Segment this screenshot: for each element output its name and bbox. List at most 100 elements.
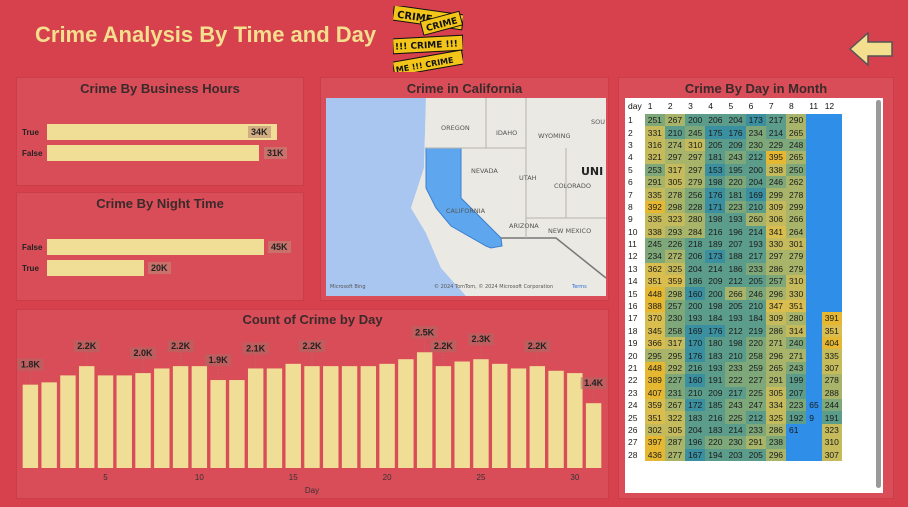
matrix-cell[interactable]: 220 bbox=[745, 337, 766, 350]
bar[interactable] bbox=[492, 363, 508, 468]
matrix-cell[interactable]: 198 bbox=[705, 175, 726, 189]
matrix-cell[interactable] bbox=[806, 361, 822, 375]
bar[interactable] bbox=[191, 366, 208, 468]
matrix-cell[interactable]: 448 bbox=[644, 361, 665, 375]
matrix-cell[interactable] bbox=[821, 287, 842, 300]
bar[interactable] bbox=[47, 260, 144, 276]
bar[interactable] bbox=[510, 368, 527, 468]
matrix-cell[interactable]: 359 bbox=[664, 275, 686, 288]
matrix-cell[interactable]: 310 bbox=[685, 138, 706, 152]
matrix-cell[interactable]: 280 bbox=[685, 213, 706, 226]
matrix-cell[interactable]: 391 bbox=[821, 312, 842, 325]
bar[interactable] bbox=[360, 366, 377, 468]
matrix-cell[interactable]: 287 bbox=[664, 436, 686, 449]
matrix-cell[interactable]: 392 bbox=[644, 200, 665, 214]
matrix-cell[interactable]: 186 bbox=[685, 275, 706, 288]
matrix-cell[interactable]: 351 bbox=[786, 299, 807, 313]
matrix-cell[interactable]: 186 bbox=[725, 262, 746, 276]
matrix-cell[interactable]: 278 bbox=[664, 188, 686, 201]
matrix-cell[interactable]: 191 bbox=[705, 374, 726, 387]
bar[interactable] bbox=[116, 375, 132, 468]
matrix-cell[interactable]: 204 bbox=[745, 175, 766, 189]
matrix-cell[interactable]: 305 bbox=[664, 423, 686, 437]
matrix-cell[interactable]: 257 bbox=[664, 299, 686, 313]
matrix-cell[interactable]: 299 bbox=[786, 200, 807, 214]
matrix-cell[interactable]: 170 bbox=[685, 337, 706, 350]
matrix-cell[interactable] bbox=[821, 200, 842, 214]
matrix-cell[interactable]: 183 bbox=[685, 411, 706, 424]
matrix-cell[interactable]: 267 bbox=[664, 114, 686, 127]
bar[interactable] bbox=[323, 366, 339, 468]
matrix-cell[interactable]: 323 bbox=[664, 213, 686, 226]
matrix-cell[interactable]: 160 bbox=[685, 374, 706, 387]
matrix-cell[interactable]: 9 bbox=[806, 411, 822, 424]
matrix-cell[interactable]: 258 bbox=[745, 349, 766, 362]
matrix-cell[interactable]: 225 bbox=[725, 411, 746, 424]
matrix-cell[interactable]: 366 bbox=[644, 337, 665, 350]
matrix-cell[interactable]: 219 bbox=[745, 324, 766, 338]
bar[interactable] bbox=[60, 375, 76, 468]
matrix-cell[interactable]: 199 bbox=[786, 374, 807, 387]
matrix-cell[interactable]: 193 bbox=[745, 237, 766, 251]
matrix-cell[interactable]: 167 bbox=[685, 448, 706, 461]
bar[interactable] bbox=[529, 366, 545, 468]
matrix-cell[interactable] bbox=[821, 237, 842, 251]
bar[interactable] bbox=[266, 368, 283, 468]
matrix-cell[interactable] bbox=[806, 386, 822, 399]
bar[interactable] bbox=[454, 361, 470, 468]
day-matrix[interactable]: day 1 2 3 4 5 6 7 8 11 12 1 251 267 200 206 204 173 217 290… bbox=[625, 98, 883, 493]
matrix-cell[interactable]: 325 bbox=[664, 262, 686, 276]
matrix-cell[interactable] bbox=[786, 436, 807, 449]
matrix-cell[interactable]: 335 bbox=[821, 349, 842, 362]
matrix-cell[interactable]: 216 bbox=[705, 225, 726, 238]
matrix-cell[interactable]: 227 bbox=[664, 374, 686, 387]
matrix-cell[interactable]: 290 bbox=[786, 114, 807, 127]
matrix-cell[interactable]: 246 bbox=[745, 287, 766, 300]
matrix-cell[interactable]: 302 bbox=[644, 423, 665, 437]
matrix-cell[interactable]: 214 bbox=[725, 423, 746, 437]
matrix-cell[interactable]: 314 bbox=[786, 324, 807, 338]
matrix-cell[interactable]: 234 bbox=[644, 250, 665, 263]
matrix-cell[interactable]: 271 bbox=[765, 337, 787, 350]
bar[interactable] bbox=[567, 373, 583, 468]
scrollbar[interactable] bbox=[876, 100, 881, 488]
matrix-cell[interactable]: 448 bbox=[644, 287, 665, 300]
matrix-cell[interactable]: 295 bbox=[664, 349, 686, 362]
matrix-cell[interactable]: 247 bbox=[745, 398, 766, 412]
matrix-cell[interactable]: 317 bbox=[664, 163, 686, 176]
matrix-cell[interactable]: 243 bbox=[786, 361, 807, 375]
matrix-cell[interactable] bbox=[806, 262, 822, 276]
matrix-cell[interactable]: 265 bbox=[786, 126, 807, 139]
matrix-cell[interactable]: 207 bbox=[786, 386, 807, 399]
matrix-cell[interactable] bbox=[806, 436, 822, 449]
matrix-cell[interactable]: 297 bbox=[765, 250, 787, 263]
matrix-cell[interactable]: 196 bbox=[725, 225, 746, 238]
matrix-cell[interactable]: 171 bbox=[705, 200, 726, 214]
matrix-cell[interactable]: 309 bbox=[765, 200, 787, 214]
matrix-cell[interactable]: 257 bbox=[765, 275, 787, 288]
matrix-cell[interactable]: 397 bbox=[644, 436, 665, 449]
matrix-cell[interactable]: 194 bbox=[705, 448, 726, 461]
matrix-cell[interactable]: 210 bbox=[685, 386, 706, 399]
matrix-cell[interactable]: 279 bbox=[786, 262, 807, 276]
matrix-cell[interactable]: 173 bbox=[705, 250, 726, 263]
matrix-cell[interactable] bbox=[806, 237, 822, 251]
matrix-cell[interactable]: 210 bbox=[725, 349, 746, 362]
bar[interactable] bbox=[285, 363, 301, 468]
matrix-cell[interactable]: 407 bbox=[644, 386, 665, 399]
matrix-cell[interactable]: 284 bbox=[685, 225, 706, 238]
matrix-cell[interactable]: 205 bbox=[745, 448, 766, 461]
matrix-cell[interactable]: 388 bbox=[644, 299, 665, 313]
matrix-cell[interactable]: 181 bbox=[705, 151, 726, 164]
matrix-cell[interactable] bbox=[821, 299, 842, 313]
matrix-cell[interactable]: 274 bbox=[664, 138, 686, 152]
matrix-cell[interactable]: 296 bbox=[765, 448, 787, 461]
matrix-cell[interactable]: 223 bbox=[786, 398, 807, 412]
bar[interactable] bbox=[304, 366, 320, 468]
matrix-cell[interactable]: 189 bbox=[705, 237, 726, 251]
matrix-cell[interactable]: 297 bbox=[664, 151, 686, 164]
matrix-cell[interactable]: 305 bbox=[765, 386, 787, 399]
matrix-cell[interactable]: 193 bbox=[725, 213, 746, 226]
matrix-cell[interactable]: 307 bbox=[821, 448, 842, 461]
matrix-cell[interactable] bbox=[806, 423, 822, 437]
